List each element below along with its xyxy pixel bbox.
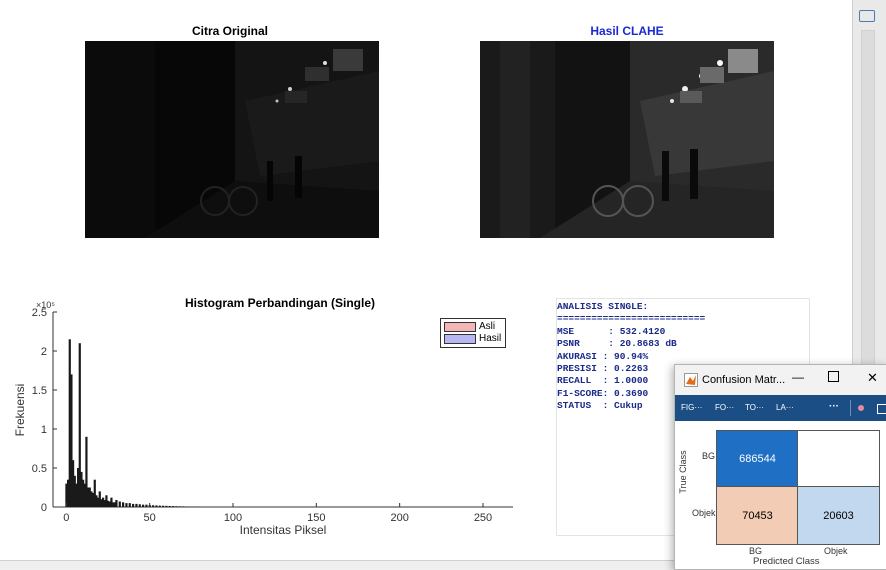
toolbar-more-button[interactable]: ···: [829, 401, 839, 412]
legend-swatch-hasil: [444, 334, 476, 344]
histogram-bar: [162, 506, 164, 507]
histogram-bar: [182, 506, 184, 507]
histogram-bar: [159, 506, 161, 507]
comment-icon[interactable]: [859, 10, 875, 22]
histogram-bar: [142, 505, 144, 507]
clahe-image: [480, 41, 774, 238]
histogram-bar: [145, 505, 147, 507]
histogram-ylabel: Frekuensi: [13, 384, 27, 437]
y-tick-label: 0: [41, 502, 47, 514]
col-label-objek: Objek: [824, 546, 848, 556]
histogram-bar: [155, 505, 157, 507]
row-label-objek: Objek: [692, 508, 716, 518]
histogram-bar: [172, 506, 174, 507]
legend-entry-asli: Asli: [444, 321, 495, 332]
histogram-bar: [135, 504, 137, 507]
x-tick-label: 200: [390, 512, 408, 524]
true-class-label: True Class: [678, 446, 688, 498]
histogram-legend: Asli Hasil: [440, 318, 506, 348]
histogram-xlabel: Intensitas Piksel: [240, 523, 327, 537]
histogram-bar: [119, 502, 121, 507]
x-tick-label: 0: [63, 512, 69, 524]
histogram-bar: [129, 503, 131, 507]
window-title: Confusion Matr...: [702, 374, 785, 386]
maximize-icon[interactable]: [828, 371, 839, 382]
histogram-bar: [125, 503, 127, 507]
title-clahe: Hasil CLAHE: [537, 24, 717, 38]
legend-swatch-asli: [444, 322, 476, 332]
minimize-icon[interactable]: —: [792, 370, 804, 384]
histogram-bar: [179, 506, 181, 507]
histogram-bar: [175, 506, 177, 507]
toolbar-tab-format[interactable]: FO···: [715, 403, 734, 412]
cell-bg-objek: [797, 430, 880, 488]
title-original: Citra Original: [140, 24, 320, 38]
toolbar-record-icon[interactable]: [858, 405, 864, 411]
toolbar-divider: [850, 400, 851, 416]
histogram-bar: [139, 504, 141, 507]
confusion-matrix-chart: True Class BG Objek 686544 70453 20603 B…: [675, 421, 886, 569]
y-tick-label: 2: [41, 346, 47, 358]
histogram-bar: [152, 505, 154, 507]
row-label-bg: BG: [702, 451, 715, 461]
original-image: [85, 41, 379, 238]
cell-objek-bg: 70453: [716, 486, 799, 545]
close-icon[interactable]: ✕: [867, 370, 878, 386]
y-tick-label: 0.5: [32, 463, 47, 475]
legend-entry-hasil: Hasil: [444, 333, 501, 344]
window-toolbar: FIG··· FO··· TO··· LA··· ···: [675, 395, 886, 421]
legend-label-asli: Asli: [479, 321, 495, 332]
x-tick-label: 250: [474, 512, 492, 524]
histogram-bar: [115, 500, 117, 507]
x-tick-label: 50: [144, 512, 156, 524]
window-titlebar[interactable]: Confusion Matr... — ✕: [675, 365, 886, 395]
histogram-exponent: ×10⁵: [36, 300, 55, 310]
toolbar-tab-figure[interactable]: FIG···: [681, 403, 702, 412]
confusion-matrix-window[interactable]: Confusion Matr... — ✕ FIG··· FO··· TO···…: [674, 364, 886, 570]
toolbar-dock-icon[interactable]: [877, 404, 886, 414]
legend-label-hasil: Hasil: [479, 333, 501, 344]
toolbar-tab-layout[interactable]: LA···: [776, 403, 794, 412]
matlab-logo-icon: [684, 373, 698, 387]
y-tick-label: 1: [41, 424, 47, 436]
toolbar-tab-tools[interactable]: TO···: [745, 403, 764, 412]
histogram-bar: [185, 506, 187, 507]
histogram-bar: [165, 506, 167, 507]
histogram-bar: [122, 502, 124, 507]
predicted-class-label: Predicted Class: [753, 556, 820, 567]
histogram-bar: [132, 504, 134, 507]
col-label-bg: BG: [749, 546, 762, 556]
y-tick-label: 1.5: [32, 385, 47, 397]
cell-bg-bg: 686544: [716, 430, 799, 488]
cell-objek-objek: 20603: [797, 486, 880, 545]
histogram-bar: [169, 506, 171, 507]
